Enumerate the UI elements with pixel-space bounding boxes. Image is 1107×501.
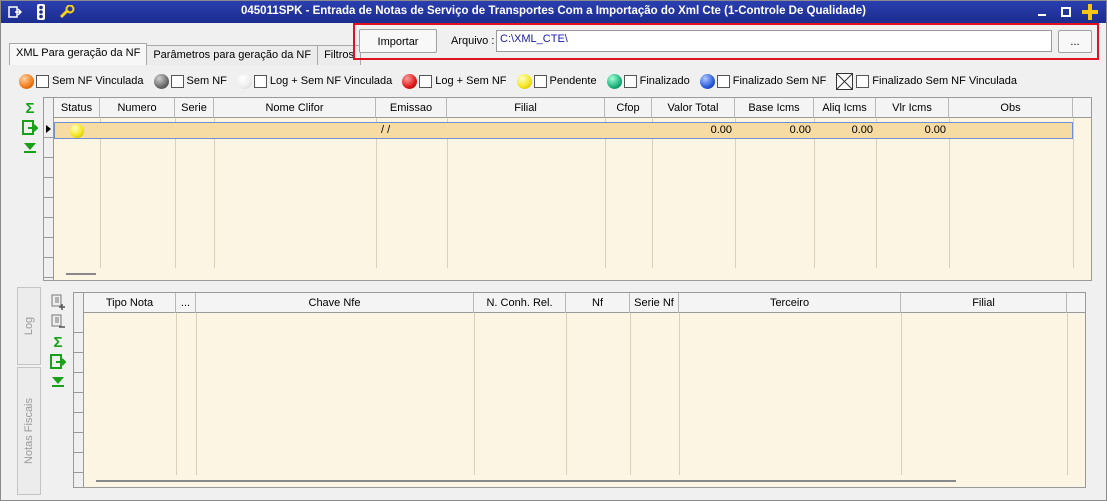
col-nf[interactable]: Nf: [566, 293, 630, 313]
legend-checkbox[interactable]: [856, 74, 870, 88]
browse-button[interactable]: ...: [1058, 30, 1092, 53]
col-cfop[interactable]: Cfop: [605, 98, 652, 118]
cell-base-icms: 0.00: [789, 124, 811, 136]
grid1-toolbar: Σ: [21, 99, 43, 159]
grid1-hscroll[interactable]: [54, 268, 1091, 280]
add-icon[interactable]: [1081, 3, 1099, 21]
title-bar: 045011SPK - Entrada de Notas de Serviço …: [1, 1, 1106, 23]
tab-xml[interactable]: XML Para geração da NF: [9, 43, 148, 65]
notas-grid: Tipo Nota ... Chave Nfe N. Conh. Rel. Nf…: [73, 292, 1086, 488]
cell-aliq-icms: 0.00: [851, 124, 873, 136]
legend-item: Finalizado Sem NF: [699, 73, 827, 89]
export-icon[interactable]: [21, 119, 39, 137]
legend-item: Sem NF Vinculada: [19, 73, 144, 89]
legend-checkbox[interactable]: [36, 74, 49, 88]
side-tab-log-label: Log: [23, 316, 35, 336]
col-ellipsis[interactable]: ...: [176, 293, 196, 313]
orange-dot-icon: [19, 73, 34, 89]
col-serie[interactable]: Serie: [175, 98, 214, 118]
sum-icon[interactable]: Σ: [49, 333, 67, 351]
collapse-icon[interactable]: [21, 139, 39, 157]
current-row-arrow-icon: [46, 125, 51, 133]
row-indicator-column: [44, 98, 54, 280]
legend-checkbox[interactable]: [623, 74, 637, 88]
yellow-dot-icon: [516, 73, 532, 89]
side-tab-notas-fiscais[interactable]: Notas Fiscais: [17, 367, 41, 495]
legend-item: Finalizado Sem NF Vinculada: [836, 72, 1017, 90]
side-tab-notas-label: Notas Fiscais: [23, 397, 35, 465]
xml-grid: Status Numero Serie Nome Clifor Emissao …: [43, 97, 1092, 281]
maximize-icon[interactable]: [1059, 5, 1073, 19]
import-button[interactable]: Importar: [359, 29, 437, 53]
collapse-icon[interactable]: [49, 373, 67, 391]
legend-checkbox[interactable]: [716, 74, 730, 88]
col-nome-clifor[interactable]: Nome Clifor: [214, 98, 376, 118]
remove-doc-icon[interactable]: [49, 313, 67, 331]
legend-label: Pendente: [549, 75, 597, 87]
white-dot-icon: [236, 73, 252, 89]
tab-parametros[interactable]: Parâmetros para geração da NF: [146, 45, 319, 65]
blue-dot-icon: [699, 73, 715, 89]
legend-label: Log + Sem NF: [435, 75, 507, 87]
legend-checkbox[interactable]: [170, 74, 184, 88]
legend-label: Log + Sem NF Vinculada: [269, 75, 393, 87]
grid2-hscroll[interactable]: [84, 475, 1085, 487]
col-chave-nfe[interactable]: Chave Nfe: [196, 293, 474, 313]
legend-item: Pendente: [516, 73, 597, 89]
cross-box-icon: [836, 72, 854, 90]
legend-label: Finalizado: [639, 75, 690, 87]
export-icon[interactable]: [49, 353, 67, 371]
file-path-input[interactable]: C:\XML_CTE\: [496, 30, 1052, 52]
grid2-toolbar: Σ: [49, 293, 71, 393]
sum-icon[interactable]: Σ: [21, 99, 39, 117]
col-serie-nf[interactable]: Serie Nf: [630, 293, 679, 313]
legend-label: Finalizado Sem NF Vinculada: [872, 75, 1017, 87]
side-tab-strip: Log Notas Fiscais: [17, 287, 41, 495]
col-aliq-icms[interactable]: Aliq Icms: [814, 98, 876, 118]
status-yellow-icon: [70, 124, 84, 138]
grid1-header: Status Numero Serie Nome Clifor Emissao …: [54, 98, 1091, 118]
minimize-icon[interactable]: [1035, 5, 1049, 19]
window-title: 045011SPK - Entrada de Notas de Serviço …: [240, 5, 866, 17]
legend-item: Sem NF: [153, 73, 227, 89]
side-tab-log[interactable]: Log: [17, 287, 41, 365]
main-window: 045011SPK - Entrada de Notas de Serviço …: [0, 0, 1107, 501]
legend-label: Sem NF Vinculada: [52, 75, 144, 87]
legend-label: Sem NF: [186, 75, 227, 87]
legend-item: Log + Sem NF: [402, 73, 507, 89]
red-dot-icon: [402, 73, 418, 89]
col-tipo-nota[interactable]: Tipo Nota: [84, 293, 176, 313]
col-obs[interactable]: Obs: [949, 98, 1073, 118]
grid2-header: Tipo Nota ... Chave Nfe N. Conh. Rel. Nf…: [84, 293, 1085, 313]
col-numero[interactable]: Numero: [100, 98, 175, 118]
col-terceiro[interactable]: Terceiro: [679, 293, 901, 313]
col-base-icms[interactable]: Base Icms: [735, 98, 814, 118]
table-row[interactable]: / / 0.00 0.00 0.00 0.00: [54, 122, 1073, 139]
cell-vlr-icms: 0.00: [924, 124, 946, 136]
status-legend: Sem NF Vinculada Sem NF Log + Sem NF Vin…: [19, 72, 1027, 90]
row-indicator-column: [74, 293, 84, 487]
legend-checkbox[interactable]: [533, 74, 547, 88]
col-filial[interactable]: Filial: [901, 293, 1067, 313]
legend-item: Log + Sem NF Vinculada: [236, 73, 393, 89]
gray-dot-icon: [153, 73, 169, 89]
col-emissao[interactable]: Emissao: [376, 98, 447, 118]
legend-item: Finalizado: [606, 73, 690, 89]
add-doc-icon[interactable]: [49, 293, 67, 311]
file-label: Arquivo :: [451, 35, 495, 47]
cell-emissao: / /: [381, 124, 391, 136]
col-valor-total[interactable]: Valor Total: [652, 98, 735, 118]
cell-valor-total: 0.00: [710, 124, 732, 136]
green-dot-icon: [606, 73, 622, 89]
col-status[interactable]: Status: [54, 98, 100, 118]
legend-checkbox[interactable]: [419, 74, 433, 88]
col-n-conh-rel[interactable]: N. Conh. Rel.: [474, 293, 566, 313]
col-vlr-icms[interactable]: Vlr Icms: [876, 98, 949, 118]
col-filial[interactable]: Filial: [447, 98, 605, 118]
legend-label: Finalizado Sem NF: [732, 75, 827, 87]
tab-strip: XML Para geração da NF Parâmetros para g…: [9, 43, 362, 65]
legend-checkbox[interactable]: [253, 74, 267, 88]
